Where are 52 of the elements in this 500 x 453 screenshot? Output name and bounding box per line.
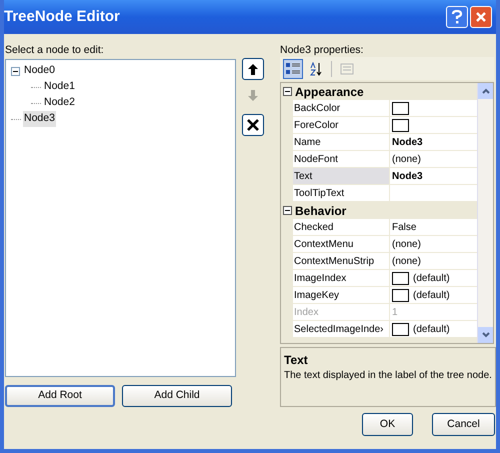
ok-button[interactable]: OK bbox=[362, 413, 413, 436]
down-arrow-icon bbox=[248, 90, 258, 100]
property-name[interactable]: NodeFont bbox=[293, 151, 390, 167]
property-value[interactable]: (none) bbox=[392, 254, 421, 268]
property-value[interactable]: (default) bbox=[413, 270, 450, 286]
property-name[interactable]: ImageIndex bbox=[293, 270, 390, 286]
description-title: Text bbox=[284, 352, 309, 369]
category-header: Appearance bbox=[295, 84, 364, 100]
close-icon bbox=[246, 118, 260, 132]
tree-node[interactable]: Node1 bbox=[43, 79, 76, 95]
help-button[interactable] bbox=[446, 6, 468, 28]
collapse-toggle-icon[interactable] bbox=[283, 206, 292, 215]
description-text: The text displayed in the label of the tree node. bbox=[284, 369, 492, 382]
window-title: TreeNode Editor bbox=[4, 6, 120, 27]
property-value[interactable]: Node3 bbox=[392, 168, 423, 184]
close-button[interactable] bbox=[470, 6, 492, 28]
property-name[interactable]: Text bbox=[293, 168, 390, 184]
property-name[interactable]: SelectedImageInde› bbox=[293, 321, 390, 337]
up-arrow-icon bbox=[248, 64, 258, 74]
property-value: 1 bbox=[392, 306, 398, 320]
property-name[interactable]: Checked bbox=[293, 219, 390, 235]
tree-node[interactable]: Node2 bbox=[43, 95, 76, 111]
properties-label: Node3 properties: bbox=[280, 43, 364, 57]
collapse-toggle-icon[interactable] bbox=[283, 87, 292, 96]
add-child-button[interactable]: Add Child bbox=[122, 385, 232, 407]
help-icon bbox=[451, 10, 463, 24]
move-up-button[interactable] bbox=[242, 58, 264, 80]
property-name[interactable]: Name bbox=[293, 134, 390, 150]
tree-label: Select a node to edit: bbox=[5, 43, 105, 58]
scroll-up-icon[interactable] bbox=[482, 88, 490, 94]
property-name[interactable]: ImageKey bbox=[293, 287, 390, 303]
property-value[interactable]: (default) bbox=[413, 322, 450, 336]
tree-node[interactable]: Node0 bbox=[23, 63, 56, 79]
tree-node[interactable]: Node3 bbox=[23, 111, 56, 127]
property-name[interactable]: ContextMenu bbox=[293, 236, 390, 252]
add-root-button[interactable]: Add Root bbox=[5, 385, 115, 407]
property-value[interactable]: Node3 bbox=[392, 134, 423, 150]
property-value[interactable]: (default) bbox=[413, 288, 450, 302]
sort-down-icon bbox=[309, 62, 323, 76]
scroll-down-icon[interactable] bbox=[482, 332, 490, 338]
property-pages-icon bbox=[340, 62, 354, 76]
category-header: Behavior bbox=[295, 202, 346, 220]
collapse-toggle-icon[interactable] bbox=[11, 66, 20, 76]
property-name[interactable]: ContextMenuStrip bbox=[293, 253, 390, 269]
delete-button[interactable] bbox=[242, 114, 264, 136]
cancel-button[interactable]: Cancel bbox=[432, 413, 495, 436]
categorized-view-button[interactable] bbox=[283, 58, 303, 78]
close-icon bbox=[475, 11, 487, 23]
property-value[interactable]: (none) bbox=[392, 152, 421, 166]
categorized-list-icon bbox=[286, 62, 300, 76]
property-value[interactable]: False bbox=[392, 220, 416, 234]
property-value[interactable]: (none) bbox=[392, 236, 421, 252]
